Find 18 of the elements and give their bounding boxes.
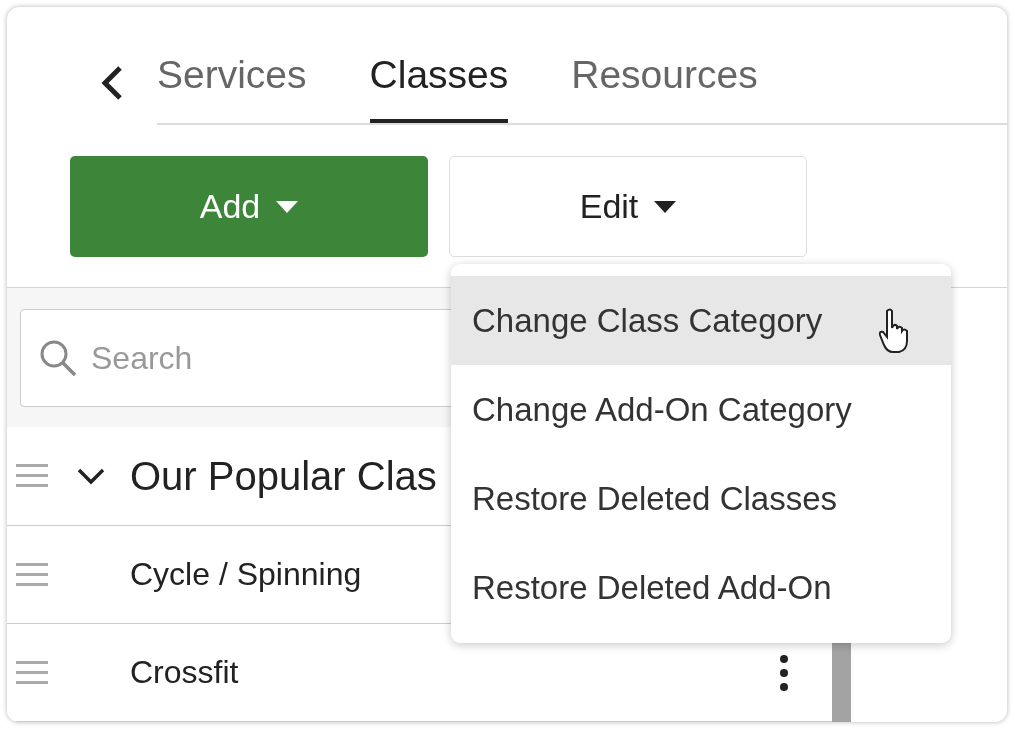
- tab[interactable]: Services: [157, 50, 307, 119]
- class-name[interactable]: Crossfit: [130, 654, 780, 692]
- menu-item[interactable]: Change Class Category: [451, 276, 951, 365]
- menu-item[interactable]: Restore Deleted Add-On: [451, 543, 951, 632]
- caret-down-icon: [654, 200, 677, 213]
- drag-handle-icon[interactable]: [16, 464, 48, 489]
- category-title: Our Popular Clas: [130, 453, 437, 499]
- tab[interactable]: Classes: [369, 50, 509, 123]
- add-dropdown-button[interactable]: Add: [70, 156, 428, 257]
- search-icon: [38, 338, 78, 378]
- back-chevron-icon[interactable]: [100, 65, 124, 101]
- caret-down-icon: [276, 200, 299, 213]
- menu-item[interactable]: Restore Deleted Classes: [451, 454, 951, 543]
- drag-handle-icon[interactable]: [16, 660, 48, 685]
- edit-dropdown-button[interactable]: Edit: [449, 156, 807, 257]
- more-options-icon[interactable]: [780, 654, 788, 691]
- tab[interactable]: Resources: [571, 50, 758, 119]
- drag-handle-icon[interactable]: [16, 562, 48, 587]
